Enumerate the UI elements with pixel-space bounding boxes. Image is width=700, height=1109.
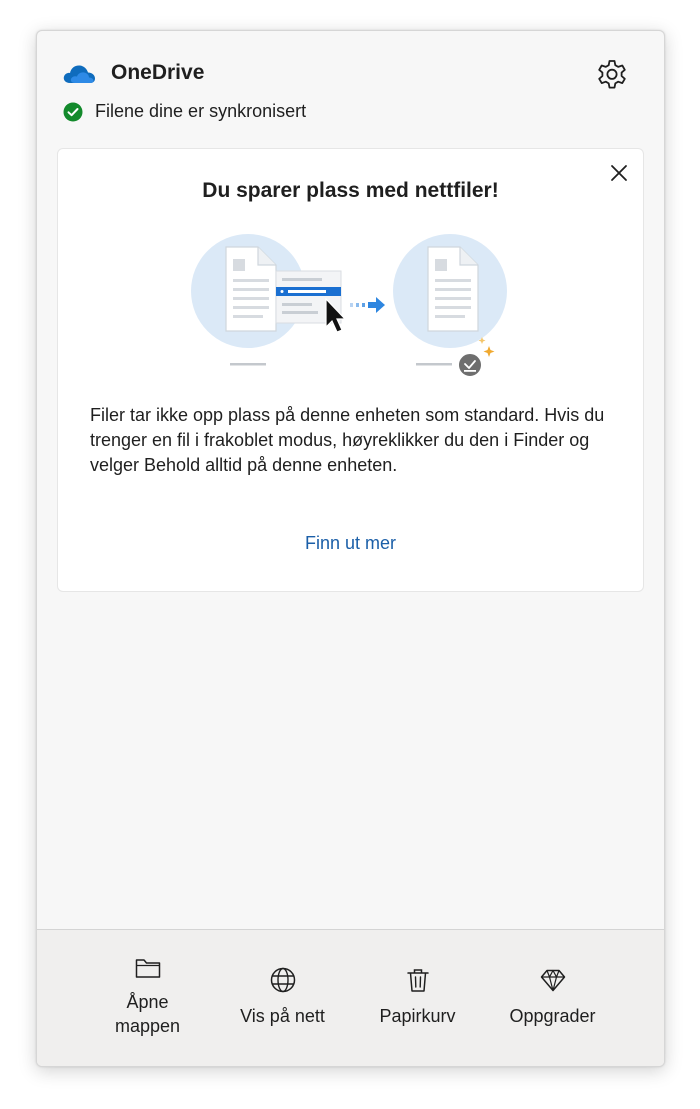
view-online-label: Vis på nett: [240, 1006, 325, 1026]
settings-button[interactable]: [592, 55, 632, 95]
upgrade-button[interactable]: Oppgrader: [485, 930, 620, 1066]
diamond-icon: [540, 969, 565, 992]
onedrive-window: OneDrive Filene dine er synkronisert Du …: [36, 30, 665, 1067]
view-online-button[interactable]: Vis på nett: [215, 930, 350, 1066]
upgrade-label: Oppgrader: [509, 1006, 596, 1026]
sync-status: Filene dine er synkronisert: [63, 101, 306, 122]
learn-more-link[interactable]: Finn ut mer: [58, 533, 643, 554]
recycle-bin-label: Papirkurv: [379, 1006, 456, 1026]
header: OneDrive Filene dine er synkronisert: [37, 31, 664, 141]
sync-status-text: Filene dine er synkronisert: [95, 101, 307, 121]
folder-icon: [135, 959, 160, 978]
online-files-illustration: [191, 234, 507, 378]
trash-icon: [406, 969, 429, 992]
card-body-text: Filer tar ikke opp plass på denne enhete…: [90, 405, 605, 475]
info-card: Du sparer plass med nettfiler! Filer tar…: [57, 148, 644, 592]
recycle-bin-button[interactable]: Papirkurv: [350, 930, 485, 1066]
app-title: OneDrive: [111, 61, 205, 84]
onedrive-cloud-icon: [63, 65, 95, 83]
open-folder-label: Åpne mappen: [114, 992, 181, 1036]
gear-icon: [598, 60, 626, 89]
footer-toolbar: Åpne mappen Vis på nett Papirkurv Oppgra…: [37, 929, 664, 1066]
check-circle-icon: [63, 102, 83, 121]
open-folder-button[interactable]: Åpne mappen: [80, 930, 215, 1066]
card-title: Du sparer plass med nettfiler!: [202, 179, 499, 202]
globe-icon: [270, 967, 295, 993]
